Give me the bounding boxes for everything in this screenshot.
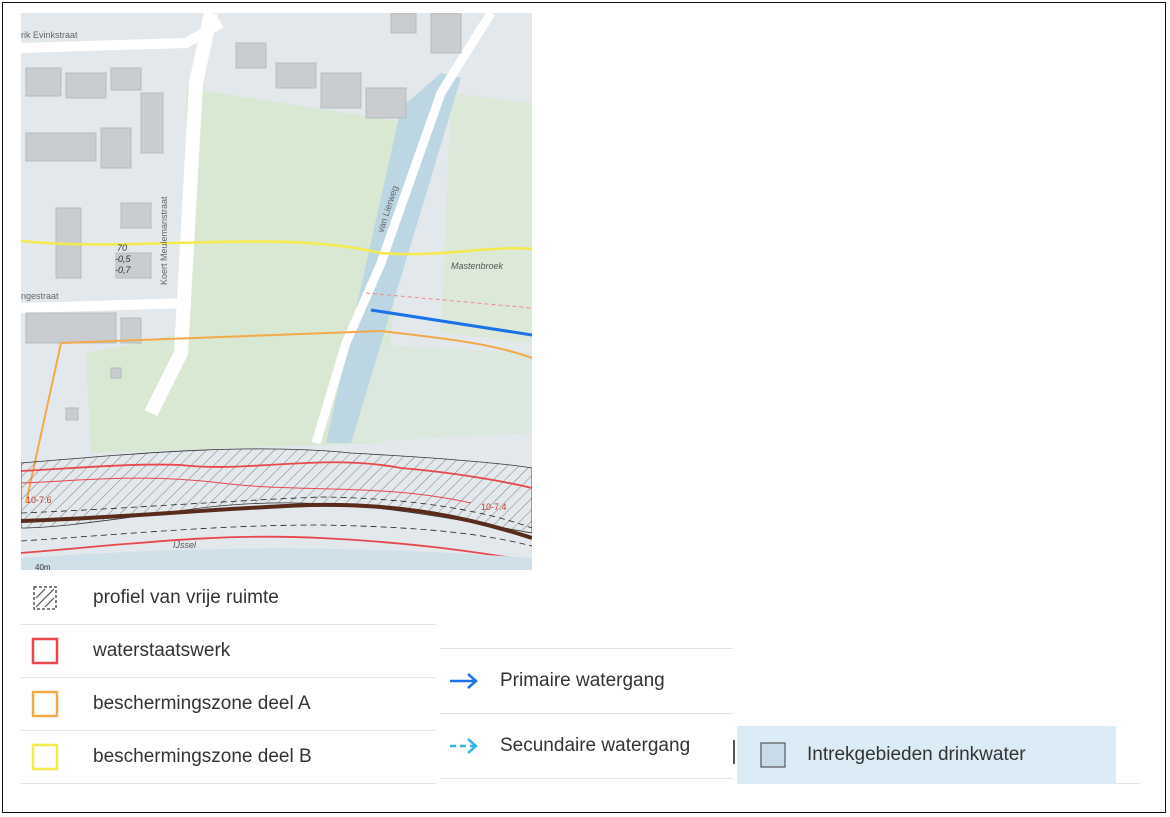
- legend-item-zone-a: beschermingszone deel A: [21, 678, 436, 731]
- legend-item-waterstaatswerk: waterstaatswerk: [21, 625, 436, 678]
- legend-item-profiel: profiel van vrije ruimte: [21, 572, 436, 625]
- dike-label-right: 10-7.4: [481, 502, 507, 512]
- yellow-square-icon: [31, 743, 59, 771]
- street-label-ngestraat: ngestraat: [21, 291, 59, 301]
- legend-item-primaire-watergang: Primaire watergang: [440, 648, 733, 713]
- river-label-ijssel: IJssel: [173, 540, 197, 550]
- legend-left: profiel van vrije ruimte waterstaatswerk…: [21, 572, 436, 784]
- elevation-label: 70: [117, 243, 127, 253]
- arrow-right-dashed-icon: [450, 738, 478, 754]
- divider: [1116, 783, 1140, 784]
- legend-item-intrekgebieden: Intrekgebieden drinkwater: [737, 726, 1116, 784]
- legend-label: beschermingszone deel B: [93, 746, 312, 767]
- place-label-mastenbroek: Mastenbroek: [451, 261, 504, 271]
- legend-label: beschermingszone deel A: [93, 693, 311, 714]
- divider: [733, 740, 735, 764]
- legend-label: waterstaatswerk: [93, 640, 231, 661]
- red-square-icon: [31, 637, 59, 665]
- legend-label: Secundaire watergang: [500, 735, 691, 756]
- orange-square-icon: [31, 690, 59, 718]
- legend-label: Primaire watergang: [500, 670, 665, 691]
- elevation-label: -0,7: [115, 265, 132, 275]
- hatched-square-icon: [33, 586, 57, 610]
- scale-bar-label: 40m: [35, 563, 51, 570]
- grass-area: [441, 93, 532, 343]
- elevation-label: -0,5: [115, 254, 132, 264]
- dike-label-left: 10-7.6: [26, 495, 52, 505]
- street-label-evinkstraat: rik Evinkstraat: [21, 30, 78, 40]
- legend-label: profiel van vrije ruimte: [93, 587, 279, 608]
- street-label-meulemanstraat: Koert Meulemanstraat: [159, 196, 169, 285]
- legend-label: Intrekgebieden drinkwater: [807, 744, 1026, 765]
- legend-middle: Primaire watergang Secundaire watergang: [440, 648, 733, 779]
- blue-square-icon: [760, 742, 786, 768]
- legend-item-zone-b: beschermingszone deel B: [21, 731, 436, 784]
- legend-item-secundaire-watergang: Secundaire watergang: [440, 713, 733, 779]
- arrow-right-solid-icon: [450, 673, 478, 689]
- map-view[interactable]: rik Evinkstraat ngestraat Koert Meuleman…: [21, 13, 532, 570]
- road-ngestraat: [21, 298, 192, 313]
